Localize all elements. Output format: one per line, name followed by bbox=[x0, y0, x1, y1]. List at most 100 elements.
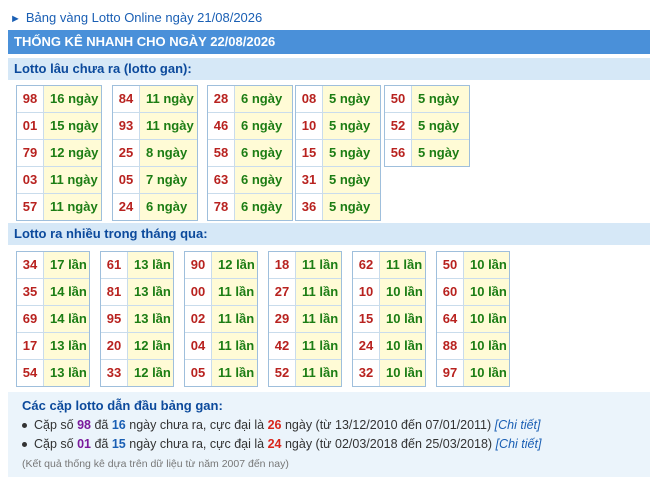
freq-number[interactable]: 29 bbox=[269, 306, 296, 332]
gan-number[interactable]: 15 bbox=[296, 140, 323, 166]
freq-row[interactable]: 52 11 lần bbox=[269, 359, 341, 386]
gan-number[interactable]: 05 bbox=[113, 167, 140, 193]
gan-number[interactable]: 46 bbox=[208, 113, 235, 139]
freq-row[interactable]: 97 10 lần bbox=[437, 359, 509, 386]
freq-number[interactable]: 62 bbox=[353, 252, 380, 278]
gan-number[interactable]: 57 bbox=[17, 194, 44, 220]
freq-row[interactable]: 02 11 lần bbox=[185, 305, 257, 332]
gan-row[interactable]: 03 11 ngày bbox=[17, 166, 101, 193]
gan-row[interactable]: 31 5 ngày bbox=[296, 166, 380, 193]
freq-number[interactable]: 17 bbox=[17, 333, 44, 359]
freq-row[interactable]: 42 11 lần bbox=[269, 332, 341, 359]
gan-row[interactable]: 78 6 ngày bbox=[208, 193, 292, 220]
freq-number[interactable]: 33 bbox=[101, 360, 128, 386]
gan-number[interactable]: 01 bbox=[17, 113, 44, 139]
gan-row[interactable]: 57 11 ngày bbox=[17, 193, 101, 220]
gan-number[interactable]: 03 bbox=[17, 167, 44, 193]
freq-number[interactable]: 34 bbox=[17, 252, 44, 278]
detail-link[interactable]: [Chi tiết] bbox=[495, 418, 541, 432]
gan-row[interactable]: 56 5 ngày bbox=[385, 139, 469, 166]
freq-number[interactable]: 64 bbox=[437, 306, 464, 332]
freq-row[interactable]: 27 11 lần bbox=[269, 278, 341, 305]
freq-number[interactable]: 95 bbox=[101, 306, 128, 332]
freq-number[interactable]: 18 bbox=[269, 252, 296, 278]
freq-row[interactable]: 20 12 lần bbox=[101, 332, 173, 359]
gan-row[interactable]: 10 5 ngày bbox=[296, 112, 380, 139]
gan-number[interactable]: 79 bbox=[17, 140, 44, 166]
gan-number[interactable]: 93 bbox=[113, 113, 140, 139]
freq-row[interactable]: 64 10 lần bbox=[437, 305, 509, 332]
gan-row[interactable]: 01 15 ngày bbox=[17, 112, 101, 139]
gan-number[interactable]: 84 bbox=[113, 86, 140, 112]
freq-row[interactable]: 32 10 lần bbox=[353, 359, 425, 386]
freq-row[interactable]: 90 12 lần bbox=[185, 252, 257, 278]
freq-row[interactable]: 17 13 lần bbox=[17, 332, 89, 359]
freq-number[interactable]: 61 bbox=[101, 252, 128, 278]
freq-row[interactable]: 81 13 lần bbox=[101, 278, 173, 305]
gan-row[interactable]: 15 5 ngày bbox=[296, 139, 380, 166]
freq-row[interactable]: 29 11 lần bbox=[269, 305, 341, 332]
gan-row[interactable]: 98 16 ngày bbox=[17, 86, 101, 112]
freq-row[interactable]: 88 10 lần bbox=[437, 332, 509, 359]
top-link[interactable]: Bảng vàng Lotto Online ngày 21/08/2026 bbox=[26, 10, 262, 25]
gan-row[interactable]: 05 7 ngày bbox=[113, 166, 197, 193]
gan-number[interactable]: 50 bbox=[385, 86, 412, 112]
gan-number[interactable]: 98 bbox=[17, 86, 44, 112]
freq-number[interactable]: 52 bbox=[269, 360, 296, 386]
gan-row[interactable]: 50 5 ngày bbox=[385, 86, 469, 112]
freq-number[interactable]: 04 bbox=[185, 333, 212, 359]
gan-row[interactable]: 25 8 ngày bbox=[113, 139, 197, 166]
freq-number[interactable]: 20 bbox=[101, 333, 128, 359]
freq-row[interactable]: 00 11 lần bbox=[185, 278, 257, 305]
gan-number[interactable]: 25 bbox=[113, 140, 140, 166]
freq-number[interactable]: 02 bbox=[185, 306, 212, 332]
freq-number[interactable]: 97 bbox=[437, 360, 464, 386]
gan-number[interactable]: 63 bbox=[208, 167, 235, 193]
freq-row[interactable]: 04 11 lần bbox=[185, 332, 257, 359]
freq-row[interactable]: 24 10 lần bbox=[353, 332, 425, 359]
freq-number[interactable]: 00 bbox=[185, 279, 212, 305]
freq-number[interactable]: 90 bbox=[185, 252, 212, 278]
freq-row[interactable]: 34 17 lần bbox=[17, 252, 89, 278]
gan-row[interactable]: 93 11 ngày bbox=[113, 112, 197, 139]
freq-row[interactable]: 18 11 lần bbox=[269, 252, 341, 278]
freq-number[interactable]: 10 bbox=[353, 279, 380, 305]
gan-row[interactable]: 28 6 ngày bbox=[208, 86, 292, 112]
freq-number[interactable]: 27 bbox=[269, 279, 296, 305]
freq-row[interactable]: 60 10 lần bbox=[437, 278, 509, 305]
gan-number[interactable]: 24 bbox=[113, 194, 140, 220]
freq-row[interactable]: 54 13 lần bbox=[17, 359, 89, 386]
freq-row[interactable]: 62 11 lần bbox=[353, 252, 425, 278]
freq-number[interactable]: 15 bbox=[353, 306, 380, 332]
freq-number[interactable]: 54 bbox=[17, 360, 44, 386]
freq-number[interactable]: 35 bbox=[17, 279, 44, 305]
freq-row[interactable]: 05 11 lần bbox=[185, 359, 257, 386]
freq-number[interactable]: 69 bbox=[17, 306, 44, 332]
detail-link[interactable]: [Chi tiết] bbox=[496, 437, 542, 451]
freq-row[interactable]: 95 13 lần bbox=[101, 305, 173, 332]
freq-number[interactable]: 32 bbox=[353, 360, 380, 386]
gan-row[interactable]: 58 6 ngày bbox=[208, 139, 292, 166]
gan-row[interactable]: 24 6 ngày bbox=[113, 193, 197, 220]
gan-row[interactable]: 36 5 ngày bbox=[296, 193, 380, 220]
freq-number[interactable]: 42 bbox=[269, 333, 296, 359]
freq-row[interactable]: 33 12 lần bbox=[101, 359, 173, 386]
gan-number[interactable]: 52 bbox=[385, 113, 412, 139]
freq-number[interactable]: 24 bbox=[353, 333, 380, 359]
top-link-line[interactable]: ► Bảng vàng Lotto Online ngày 21/08/2026 bbox=[10, 9, 262, 27]
gan-number[interactable]: 28 bbox=[208, 86, 235, 112]
freq-row[interactable]: 50 10 lần bbox=[437, 252, 509, 278]
freq-row[interactable]: 61 13 lần bbox=[101, 252, 173, 278]
gan-row[interactable]: 63 6 ngày bbox=[208, 166, 292, 193]
freq-row[interactable]: 69 14 lần bbox=[17, 305, 89, 332]
gan-number[interactable]: 56 bbox=[385, 140, 412, 166]
freq-number[interactable]: 50 bbox=[437, 252, 464, 278]
freq-number[interactable]: 60 bbox=[437, 279, 464, 305]
gan-row[interactable]: 79 12 ngày bbox=[17, 139, 101, 166]
gan-row[interactable]: 08 5 ngày bbox=[296, 86, 380, 112]
freq-number[interactable]: 05 bbox=[185, 360, 212, 386]
freq-row[interactable]: 35 14 lần bbox=[17, 278, 89, 305]
freq-number[interactable]: 88 bbox=[437, 333, 464, 359]
freq-row[interactable]: 10 10 lần bbox=[353, 278, 425, 305]
freq-row[interactable]: 15 10 lần bbox=[353, 305, 425, 332]
